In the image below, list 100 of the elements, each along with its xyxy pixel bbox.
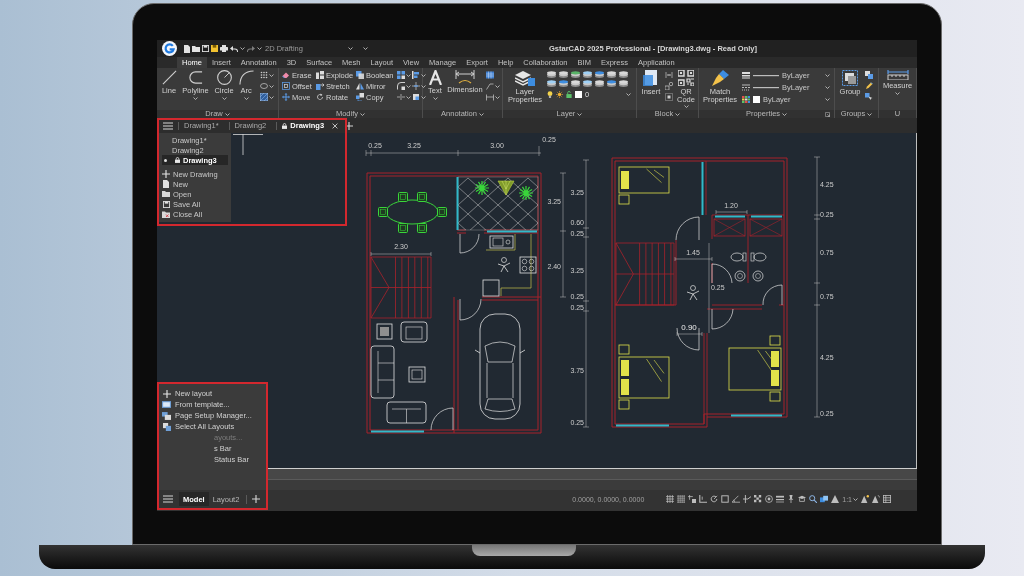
plus-icon[interactable]	[162, 170, 170, 178]
lines-icon[interactable]	[776, 495, 785, 503]
plus-icon[interactable]	[252, 495, 261, 503]
arrow-pair-icon[interactable]	[665, 71, 673, 79]
caret-icon[interactable]	[224, 112, 230, 116]
caret-icon[interactable]	[269, 73, 274, 77]
stacked-layers-icon[interactable]	[607, 71, 616, 78]
four-squares-icon[interactable]	[397, 71, 405, 79]
trim-cross-icon[interactable]	[412, 82, 420, 90]
caret-icon[interactable]	[867, 112, 873, 116]
stacked-layers-icon[interactable]	[547, 71, 556, 78]
folder-icon[interactable]	[192, 45, 200, 52]
stacked-layers-icon[interactable]	[559, 71, 568, 78]
caret-icon[interactable]	[421, 95, 426, 99]
plus-icon[interactable]	[345, 121, 354, 130]
caret-icon[interactable]	[495, 84, 500, 88]
stacked-layers-icon[interactable]	[559, 80, 568, 87]
figure-triangle-icon[interactable]	[831, 495, 840, 503]
caret-icon[interactable]	[363, 47, 368, 50]
stacked-layers-icon[interactable]	[583, 71, 592, 78]
stacked-layers-icon[interactable]	[583, 80, 592, 87]
page-icon[interactable]	[184, 44, 190, 53]
caret-icon[interactable]	[782, 112, 788, 116]
caret-icon[interactable]	[269, 84, 274, 88]
move-arrows-icon[interactable]	[282, 93, 290, 101]
caret-icon[interactable]	[825, 98, 830, 101]
angle-icon[interactable]	[732, 495, 741, 503]
cursor-squares-icon[interactable]	[865, 93, 873, 101]
stacked-layers-icon[interactable]	[619, 80, 628, 87]
stacked-layers-icon[interactable]	[571, 80, 580, 87]
caret-icon[interactable]	[406, 73, 411, 77]
undo-arrow-icon[interactable]	[230, 45, 238, 52]
caret-icon[interactable]	[853, 497, 858, 501]
triangle-icon[interactable]	[872, 495, 880, 503]
search-icon[interactable]	[809, 495, 818, 503]
pin-icon[interactable]	[787, 495, 796, 503]
caret-icon[interactable]	[348, 47, 353, 50]
checker-icon[interactable]	[754, 495, 763, 503]
mirror-triangles-icon[interactable]	[356, 82, 364, 90]
dotted-square-icon[interactable]	[665, 93, 673, 101]
pencil-icon[interactable]	[865, 82, 873, 90]
target-icon[interactable]	[765, 495, 774, 503]
cap-icon[interactable]	[798, 495, 807, 503]
caret-icon[interactable]	[406, 95, 411, 99]
linear-dimension-icon[interactable]	[486, 93, 494, 101]
copy-icon[interactable]	[356, 93, 364, 101]
blocks-icon[interactable]	[316, 71, 324, 79]
dialog-launcher-icon[interactable]	[825, 111, 830, 117]
stacked-layers-icon[interactable]	[595, 71, 604, 78]
align-bars-icon[interactable]	[412, 71, 420, 79]
grid-icon[interactable]	[677, 495, 686, 503]
corner-icon[interactable]	[699, 495, 708, 503]
caret-icon[interactable]	[675, 112, 681, 116]
square-icon[interactable]	[721, 495, 730, 503]
caret-icon[interactable]	[360, 112, 366, 116]
caret-icon[interactable]	[825, 86, 830, 89]
caret-icon[interactable]	[421, 84, 426, 88]
caret-icon[interactable]	[825, 74, 830, 77]
caret-icon[interactable]	[895, 91, 900, 95]
printer-icon[interactable]	[220, 45, 228, 52]
plus-icon[interactable]	[162, 389, 171, 398]
stacked-layers-icon[interactable]	[571, 71, 580, 78]
menu-icon[interactable]	[163, 121, 173, 130]
app-logo-icon[interactable]	[162, 41, 177, 56]
triangle-star-icon[interactable]	[861, 495, 869, 503]
stretch-icon[interactable]	[316, 82, 324, 90]
caret-icon[interactable]	[243, 96, 249, 100]
stacked-layers-icon[interactable]	[619, 71, 628, 78]
stacked-layers-icon[interactable]	[595, 80, 604, 87]
caret-icon[interactable]	[193, 96, 198, 100]
redo-arrow-icon[interactable]	[247, 45, 255, 52]
caret-icon[interactable]	[421, 73, 426, 77]
caret-icon[interactable]	[432, 96, 438, 100]
caret-icon[interactable]	[406, 84, 411, 88]
caret-icon[interactable]	[240, 47, 245, 50]
fillet-corner-icon[interactable]	[397, 82, 405, 90]
table-icon[interactable]	[486, 71, 494, 79]
offset-rectangles-icon[interactable]	[282, 82, 290, 90]
grid-icon[interactable]	[666, 495, 675, 503]
rotate-arrow-icon[interactable]	[316, 93, 324, 101]
table-icon[interactable]	[883, 495, 891, 503]
snap-icon[interactable]	[688, 495, 697, 503]
stacked-layers-icon[interactable]	[607, 80, 616, 87]
menu-icon[interactable]	[163, 495, 173, 503]
eraser-icon[interactable]	[282, 71, 290, 79]
caret-icon[interactable]	[269, 95, 274, 99]
caret-icon[interactable]	[478, 112, 484, 116]
dot-grid-icon[interactable]	[260, 71, 268, 79]
overlapping-squares-icon[interactable]	[356, 71, 364, 79]
circle-arrow-icon[interactable]	[710, 495, 719, 503]
ellipse-icon[interactable]	[260, 82, 268, 90]
caret-icon[interactable]	[257, 47, 262, 50]
axes-icon[interactable]	[743, 495, 752, 503]
caret-icon[interactable]	[683, 105, 689, 108]
caret-icon[interactable]	[495, 95, 500, 99]
close-icon[interactable]	[332, 122, 339, 129]
caret-icon[interactable]	[577, 112, 583, 116]
stacked-squares-icon[interactable]	[865, 71, 873, 79]
stacked-layers-icon[interactable]	[547, 80, 556, 87]
linked-shapes-icon[interactable]	[665, 82, 673, 90]
